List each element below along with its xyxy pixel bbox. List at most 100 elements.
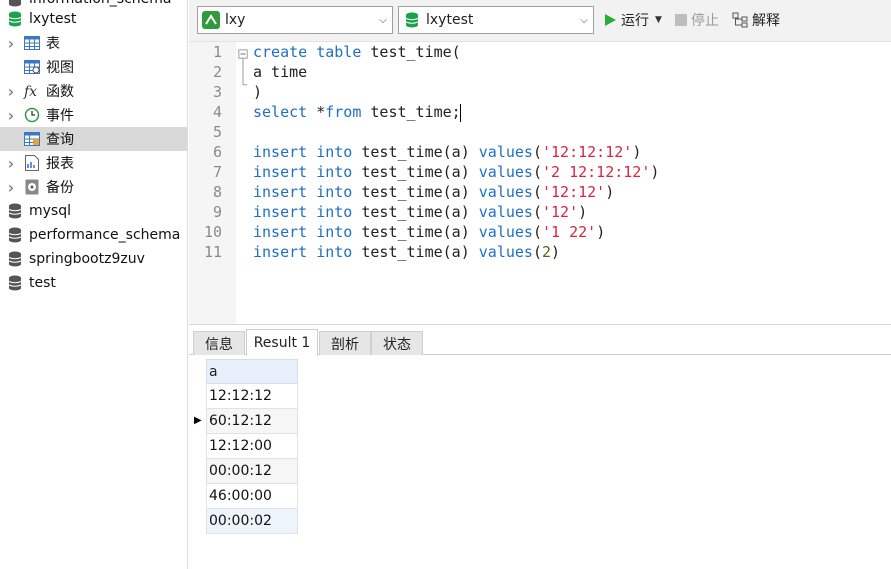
code-line: insert into test_time(a) values('12:12') xyxy=(253,182,614,202)
database-icon xyxy=(6,274,24,292)
fold-marker[interactable] xyxy=(238,45,248,93)
sql-keyword: insert into xyxy=(253,143,353,161)
tree-item-table[interactable]: › 表 xyxy=(0,31,187,55)
database-open-icon xyxy=(6,10,24,28)
tree-item-label: 备份 xyxy=(46,180,74,196)
sql-keyword: insert into xyxy=(253,243,353,261)
tree-db-label: performance_schema xyxy=(29,227,181,243)
sql-text: * xyxy=(307,103,326,121)
play-icon xyxy=(603,13,617,27)
sql-keyword: select xyxy=(253,103,308,121)
table-row[interactable]: 60:12:12 xyxy=(206,409,298,434)
tab-status[interactable]: 状态 xyxy=(371,331,423,355)
sql-text: ( xyxy=(532,143,542,161)
tab-label: 状态 xyxy=(383,336,411,353)
view-icon xyxy=(23,58,41,76)
tree-db-item[interactable]: test xyxy=(0,271,187,295)
sql-string: '1 22' xyxy=(542,223,597,241)
cell-value: 60:12:12 xyxy=(209,413,272,429)
line-number: 1 xyxy=(212,43,222,61)
sql-keyword: values xyxy=(478,183,533,201)
results-panel: 信息 Result 1 剖析 状态 a 12:12:12 60:12:12 ▶ 12:12:… xyxy=(189,324,891,569)
table-row[interactable]: 12:12:00 xyxy=(206,434,298,459)
connection-icon xyxy=(202,11,220,29)
line-number: 11 xyxy=(203,243,222,261)
run-dropdown-icon[interactable]: ▼ xyxy=(655,15,662,25)
sql-text: ) xyxy=(596,223,606,241)
expand-arrow-icon[interactable]: › xyxy=(6,34,16,53)
connection-value: lxy xyxy=(225,12,246,28)
code-line: insert into test_time(a) values(2) xyxy=(253,242,560,262)
sql-text: ( xyxy=(532,223,542,241)
cell-value: 46:00:00 xyxy=(209,488,272,504)
sql-string: '12' xyxy=(542,203,579,221)
sql-text: ) xyxy=(578,203,588,221)
code-line: create table test_time( xyxy=(253,42,461,62)
tree-item-label: 事件 xyxy=(46,108,74,124)
tab-profile[interactable]: 剖析 xyxy=(319,331,371,355)
sql-text: ) xyxy=(253,83,263,101)
tab-info[interactable]: 信息 xyxy=(193,331,245,355)
tree-item-label: 表 xyxy=(46,36,60,52)
tree-item-query[interactable]: 查询 xyxy=(0,127,187,151)
table-row[interactable]: 00:00:12 xyxy=(206,459,298,484)
tree-db-item[interactable]: springbootz9zuv xyxy=(0,247,187,271)
run-button[interactable]: 运行 ▼ xyxy=(603,10,662,30)
table-row[interactable]: 12:12:12 xyxy=(206,384,298,409)
line-number: 6 xyxy=(212,143,222,161)
cell-value: 12:12:00 xyxy=(209,438,272,454)
tree-db-label: mysql xyxy=(29,203,71,219)
expand-arrow-icon[interactable]: › xyxy=(6,178,16,197)
table-row[interactable]: 00:00:02 xyxy=(206,509,298,534)
sql-text: test_time; xyxy=(361,103,461,121)
sql-keyword: insert into xyxy=(253,223,353,241)
column-header-a[interactable]: a xyxy=(206,359,298,384)
sql-keyword: values xyxy=(478,163,533,181)
cell-value: 12:12:12 xyxy=(209,388,272,404)
query-icon xyxy=(23,130,41,148)
stop-icon xyxy=(675,14,687,26)
backup-icon xyxy=(23,178,41,196)
sql-text: ) xyxy=(632,143,642,161)
cell-value: 00:00:02 xyxy=(209,513,272,529)
code-line: a time xyxy=(253,62,307,82)
cell-value: 00:00:12 xyxy=(209,463,272,479)
table-row[interactable]: 46:00:00 xyxy=(206,484,298,509)
sql-keyword: insert into xyxy=(253,203,353,221)
expand-arrow-icon[interactable]: › xyxy=(6,106,16,125)
line-number: 5 xyxy=(212,123,222,141)
expand-arrow-icon[interactable]: › xyxy=(6,154,16,173)
sql-editor[interactable]: 1 2 3 4 5 6 7 8 9 10 11 create table test_time(a t… xyxy=(189,42,891,324)
sql-text: ) xyxy=(650,163,660,181)
sql-text: test_time(a) xyxy=(352,203,479,221)
tab-result-1[interactable]: Result 1 xyxy=(246,329,318,356)
chevron-down-icon: ⌵ xyxy=(580,14,588,26)
tab-label: Result 1 xyxy=(253,335,311,351)
tree-db-label: test xyxy=(29,275,56,291)
tree-item-backup[interactable]: › 备份 xyxy=(0,175,187,199)
tree-db-item[interactable]: performance_schema xyxy=(0,223,187,247)
tree-item-view[interactable]: 视图 xyxy=(0,55,187,79)
tree-item-label: 报表 xyxy=(46,156,74,172)
tree-db-item[interactable]: mysql xyxy=(0,199,187,223)
explain-label: 解释 xyxy=(752,13,780,29)
stop-button[interactable]: 停止 xyxy=(675,10,719,30)
sql-text: ) xyxy=(605,183,615,201)
run-label: 运行 xyxy=(621,13,649,29)
navigator-sidebar: information_schema lxytest ›表视图›fx函数›事件查… xyxy=(0,0,188,569)
sql-text: a time xyxy=(253,63,308,81)
explain-button[interactable]: 解释 xyxy=(732,10,780,30)
tree-item-function[interactable]: › fx 函数 xyxy=(0,79,187,103)
tree-db-label: springbootz9zuv xyxy=(29,251,145,267)
sql-keyword: values xyxy=(478,223,533,241)
database-icon xyxy=(6,226,24,244)
tree-db-current[interactable]: lxytest xyxy=(0,7,187,31)
tab-label: 信息 xyxy=(205,336,233,353)
tree-item-event[interactable]: › 事件 xyxy=(0,103,187,127)
tree-item-report[interactable]: › 报表 xyxy=(0,151,187,175)
database-select[interactable]: lxytest ⌵ xyxy=(398,6,594,34)
connection-select[interactable]: lxy ⌵ xyxy=(197,6,393,34)
expand-arrow-icon[interactable]: › xyxy=(6,82,16,101)
sql-keyword: values xyxy=(478,243,533,261)
sql-number: 2 xyxy=(542,243,552,261)
